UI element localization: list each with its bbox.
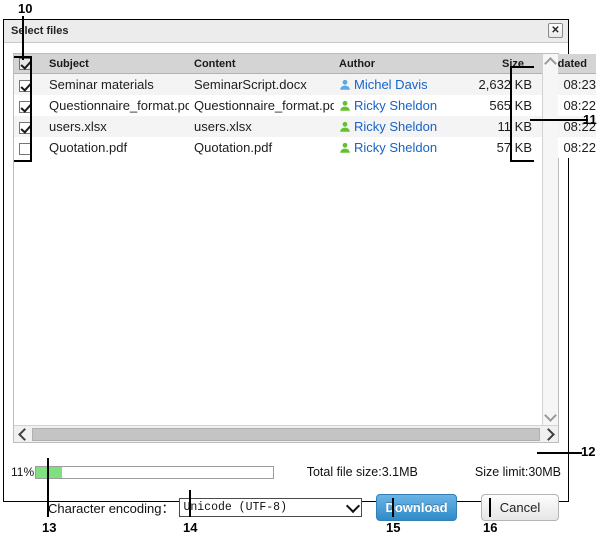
size-limit-label: Size limit:30MB xyxy=(474,465,561,479)
callout-line-10 xyxy=(22,16,24,60)
callout-number-16: 16 xyxy=(483,520,498,535)
progress-bar xyxy=(34,465,274,479)
author-link[interactable]: Ricky Sheldon xyxy=(354,98,437,113)
file-list-panel: Subject Content Author Size Updated Semi… xyxy=(13,53,596,443)
cell-author: Ricky Sheldon xyxy=(334,95,461,116)
dialog-titlebar: Select files ✕ xyxy=(4,20,568,43)
callout-number-10: 10 xyxy=(18,1,33,16)
progress-percent-label: 11% xyxy=(11,465,35,479)
callout-line-14 xyxy=(189,490,191,517)
character-encoding-select[interactable]: Unicode (UTF-8) xyxy=(179,497,363,517)
callout-bracket-10 xyxy=(14,56,32,162)
table-header-row: Subject Content Author Size Updated xyxy=(14,54,596,74)
person-icon xyxy=(340,79,350,90)
horizontal-scrollbar[interactable] xyxy=(14,425,558,442)
cell-author: Ricky Sheldon xyxy=(334,116,461,137)
cell-author: Michel Davis xyxy=(334,73,461,95)
page-title: Select files xyxy=(11,25,69,37)
screenshot-stage: Select files ✕ Subject Content Author Si… xyxy=(0,0,600,540)
callout-line-15 xyxy=(392,498,394,517)
character-encoding-value: Unicode (UTF-8) xyxy=(183,500,287,514)
vertical-scrollbar[interactable] xyxy=(542,54,558,425)
column-header-content[interactable]: Content xyxy=(189,54,334,74)
select-files-dialog: Select files ✕ Subject Content Author Si… xyxy=(4,20,596,521)
table-row[interactable]: Questionnaire_format.pdf Questionnaire_f… xyxy=(14,95,596,116)
close-icon[interactable]: ✕ xyxy=(548,23,563,38)
scroll-left-icon[interactable] xyxy=(14,426,31,443)
column-header-subject[interactable]: Subject xyxy=(44,54,189,74)
controls-row: Character encoding： Unicode (UTF-8) Down… xyxy=(13,490,559,524)
table-row[interactable]: users.xlsx users.xlsx Ricky Sheldon 11 K… xyxy=(14,116,596,137)
person-icon xyxy=(340,142,350,153)
cancel-button[interactable]: Cancel xyxy=(480,493,559,521)
person-icon xyxy=(340,121,350,132)
callout-line-16 xyxy=(489,498,491,517)
cell-subject: Quotation.pdf xyxy=(44,137,189,158)
file-list-body: Subject Content Author Size Updated Semi… xyxy=(14,54,596,425)
callout-number-11: 11 xyxy=(583,112,597,127)
author-link[interactable]: Ricky Sheldon xyxy=(354,119,437,134)
table-row[interactable]: Quotation.pdf Quotation.pdf Ricky Sheldo xyxy=(14,137,596,158)
callout-number-12: 12 xyxy=(581,444,596,459)
callout-number-15: 15 xyxy=(386,520,401,535)
callout-line-13 xyxy=(47,458,49,517)
horizontal-scroll-thumb[interactable] xyxy=(32,427,540,441)
cell-author: Ricky Sheldon xyxy=(334,137,461,158)
cell-subject: users.xlsx xyxy=(44,116,189,137)
column-header-author[interactable]: Author xyxy=(334,54,461,74)
scroll-down-icon[interactable] xyxy=(543,409,559,425)
callout-bracket-11 xyxy=(510,66,534,162)
person-icon xyxy=(340,100,350,111)
download-button[interactable]: Download xyxy=(376,493,457,521)
table-row[interactable]: Seminar materials SeminarScript.docx Mic xyxy=(14,73,596,95)
cell-content: Quotation.pdf xyxy=(189,137,334,158)
progress-row: 11% Total file size:3.1MB Size limit:30M… xyxy=(11,463,561,481)
callout-number-14: 14 xyxy=(183,520,198,535)
callout-number-13: 13 xyxy=(42,520,57,535)
file-table-body: Seminar materials SeminarScript.docx Mic xyxy=(14,73,596,158)
cell-subject: Seminar materials xyxy=(44,73,189,95)
cell-content: Questionnaire_format.pdf xyxy=(189,95,334,116)
file-table: Subject Content Author Size Updated Semi… xyxy=(14,54,596,158)
cell-subject: Questionnaire_format.pdf xyxy=(44,95,189,116)
callout-line-12 xyxy=(537,452,582,454)
character-encoding-label: Character encoding： xyxy=(48,500,175,516)
file-list-columns: Subject Content Author Size Updated Semi… xyxy=(14,54,596,425)
chevron-down-icon xyxy=(345,498,361,514)
scroll-right-icon[interactable] xyxy=(541,426,558,443)
cell-content: SeminarScript.docx xyxy=(189,73,334,95)
author-link[interactable]: Michel Davis xyxy=(354,77,428,92)
cell-content: users.xlsx xyxy=(189,116,334,137)
scroll-up-icon[interactable] xyxy=(543,54,559,70)
author-link[interactable]: Ricky Sheldon xyxy=(354,140,437,155)
callout-line-11 xyxy=(530,119,588,121)
total-file-size-label: Total file size:3.1MB xyxy=(306,465,418,479)
